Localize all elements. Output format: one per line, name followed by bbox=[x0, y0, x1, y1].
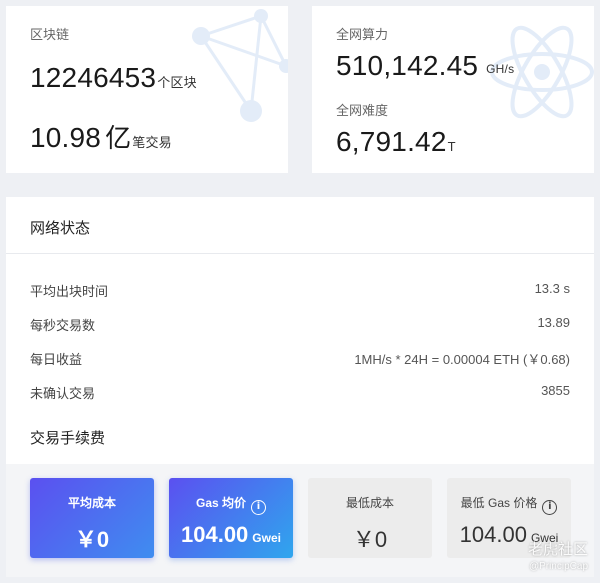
fee-value: 104.00 Gwei bbox=[169, 522, 293, 548]
block-count-unit: 个区块 bbox=[157, 75, 197, 90]
tx-count-value: 10.98 亿笔交易 bbox=[30, 118, 172, 155]
tx-count-number: 10.98 bbox=[30, 122, 102, 153]
status-row: 每秒交易数 13.89 bbox=[30, 315, 570, 335]
hashrate-number: 510,142.45 bbox=[336, 50, 479, 81]
status-row-value: 13.3 s bbox=[534, 281, 570, 296]
blockchain-label: 区块链 bbox=[30, 27, 70, 42]
watermark-logo: 老虎社区 bbox=[527, 541, 588, 558]
fee-value: ￥0 bbox=[74, 527, 110, 552]
fee-label-text: 最低 Gas 价格 bbox=[460, 496, 538, 510]
min-cost-box[interactable]: 最低成本 ￥0 bbox=[308, 478, 432, 558]
tx-count-suffix: 笔交易 bbox=[132, 135, 172, 150]
fee-value: ￥0 bbox=[352, 527, 388, 552]
fees-panel: 平均成本 ￥0 Gas 均价 ⅰ 104.00 Gwei 最低成本 ￥0 最低 Ga… bbox=[6, 464, 594, 577]
status-row-key: 平均出块时间 bbox=[30, 284, 109, 299]
avg-cost-box[interactable]: 平均成本 ￥0 bbox=[30, 478, 154, 558]
info-icon[interactable]: ⅰ bbox=[542, 500, 558, 515]
fee-label-text: Gas 均价 bbox=[195, 496, 247, 510]
status-row-value: 1MH/s * 24H = 0.00004 ETH (￥0.68) bbox=[354, 352, 570, 367]
network-graph-icon bbox=[192, 9, 288, 122]
status-row-value: 13.89 bbox=[537, 315, 570, 330]
avg-gas-price-box[interactable]: Gas 均价 ⅰ 104.00 Gwei bbox=[169, 478, 293, 558]
network-status-card: 网络状态 平均出块时间 13.3 s 每秒交易数 13.89 每日收益 1MH/… bbox=[6, 197, 594, 577]
fee-label: Gas 均价 ⅰ bbox=[169, 494, 293, 515]
fees-title: 交易手续费 bbox=[30, 430, 106, 447]
network-status-title: 网络状态 bbox=[30, 220, 91, 237]
status-row-key: 每秒交易数 bbox=[30, 318, 96, 333]
hashrate-value: 510,142.45 GH/s bbox=[336, 50, 514, 82]
fee-label: 最低成本 bbox=[345, 496, 394, 510]
fee-label: 平均成本 bbox=[67, 496, 116, 510]
status-row-key: 每日收益 bbox=[30, 352, 83, 367]
watermark-handle: @PrincipCap bbox=[528, 561, 588, 572]
status-row: 每日收益 1MH/s * 24H = 0.00004 ETH (￥0.68) bbox=[30, 349, 570, 369]
network-card: 全网算力 510,142.45 GH/s 全网难度 6,791.42T bbox=[312, 6, 594, 173]
block-count-number: 12246453 bbox=[30, 62, 157, 93]
fee-value-unit: Gwei bbox=[252, 531, 281, 545]
status-row-key: 未确认交易 bbox=[30, 386, 96, 401]
blockchain-card: 区块链 12246453个区块 10.98 亿笔交易 bbox=[6, 6, 288, 173]
info-icon[interactable]: ⅰ bbox=[251, 500, 267, 515]
status-divider bbox=[6, 253, 594, 254]
difficulty-label: 全网难度 bbox=[336, 103, 389, 118]
fee-value-number: 104.00 bbox=[459, 522, 527, 547]
difficulty-number: 6,791.42 bbox=[336, 126, 447, 157]
fee-value-number: 104.00 bbox=[181, 522, 249, 547]
status-row-value: 3855 bbox=[541, 383, 570, 398]
block-count-value: 12246453个区块 bbox=[30, 62, 197, 94]
status-row: 平均出块时间 13.3 s bbox=[30, 281, 570, 301]
hashrate-unit: GH/s bbox=[486, 62, 515, 76]
tx-count-unit: 亿 bbox=[105, 123, 132, 153]
status-row: 未确认交易 3855 bbox=[30, 383, 570, 403]
fee-label: 最低 Gas 价格 ⅰ bbox=[447, 494, 571, 515]
hashrate-label: 全网算力 bbox=[336, 27, 389, 42]
difficulty-unit: T bbox=[447, 139, 456, 154]
difficulty-value: 6,791.42T bbox=[336, 126, 456, 158]
